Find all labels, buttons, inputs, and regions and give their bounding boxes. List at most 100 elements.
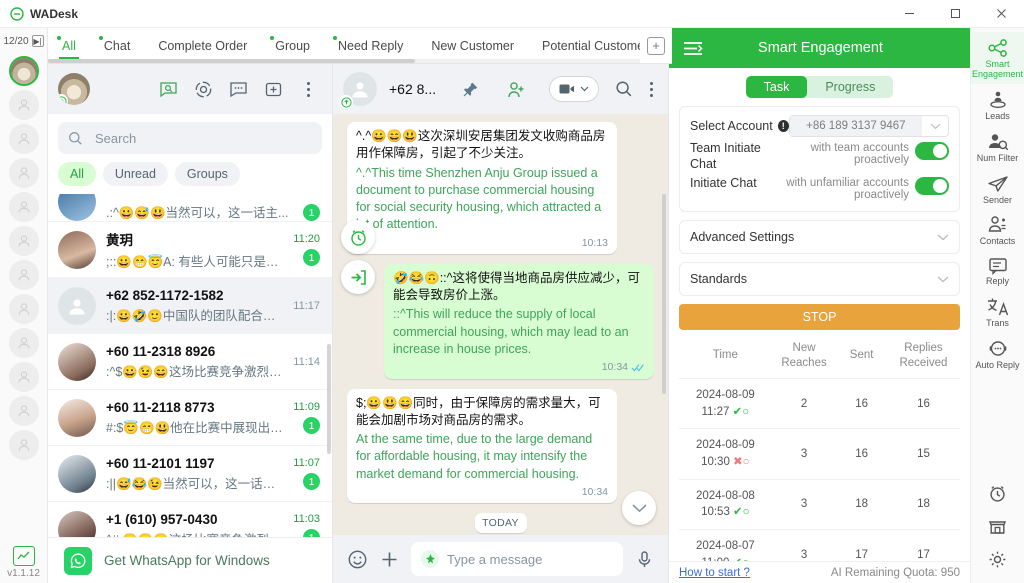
tab-group[interactable]: Group xyxy=(261,28,324,63)
get-whatsapp-banner[interactable]: Get WhatsApp for Windows xyxy=(48,537,332,583)
cell-new-reaches: 3 xyxy=(772,429,837,479)
list-item-message: .:^😀😅😃当然可以，这一话主... xyxy=(106,202,293,221)
conversation-more-icon[interactable] xyxy=(649,81,654,98)
account-select[interactable]: +86 189 3137 9467 xyxy=(789,115,949,137)
day-divider: TODAY xyxy=(475,513,527,533)
list-item[interactable]: +60 11-2318 8926 :^$😀😉😄这场比赛竞争激烈，每... 11:… xyxy=(48,334,332,390)
team-initiate-toggle[interactable] xyxy=(915,142,949,160)
status-ring-icon[interactable] xyxy=(193,79,213,99)
scan-chat-icon[interactable] xyxy=(158,79,178,99)
sidebar-item-num-filter[interactable]: Num Filter xyxy=(971,126,1024,168)
how-to-start-link[interactable]: How to start ? xyxy=(679,567,750,579)
message-input[interactable]: Type a message xyxy=(411,542,623,576)
gear-icon[interactable] xyxy=(988,550,1007,569)
sidebar-item-trans[interactable]: Trans xyxy=(971,291,1024,333)
list-item-message: :^$😀😉😄这场比赛竞争激烈，每... xyxy=(106,361,283,380)
pin-icon[interactable] xyxy=(462,81,479,98)
info-icon[interactable]: ! xyxy=(778,120,789,132)
sidebar-item-smart-engagement[interactable]: Smart Engagement xyxy=(971,32,1024,84)
rail-avatar[interactable] xyxy=(9,90,39,120)
sidebar-item-leads[interactable]: Leads xyxy=(971,84,1024,126)
list-item[interactable]: +60 11-2118 8773 #:$😇😁😃他在比赛中展现出了... 11:0… xyxy=(48,390,332,446)
filter-groups[interactable]: Groups xyxy=(175,162,240,186)
emoji-icon[interactable] xyxy=(347,549,368,570)
list-item-body: +60 11-2101 1197 :||😅😂😉当然可以，这一话主... xyxy=(106,456,283,492)
list-item[interactable]: +60 11-2101 1197 :||😅😂😉当然可以，这一话主... 11:0… xyxy=(48,446,332,502)
more-options-icon[interactable] xyxy=(298,79,318,99)
rail-avatar[interactable] xyxy=(9,226,39,256)
sidebar-item-contacts[interactable]: Contacts xyxy=(971,209,1024,251)
tab-need-reply[interactable]: Need Reply xyxy=(324,28,417,63)
add-group-icon[interactable] xyxy=(263,79,283,99)
chat-list-scrollbar[interactable] xyxy=(327,344,331,454)
close-button[interactable] xyxy=(978,0,1024,28)
table-row[interactable]: 2024-08-09 11:27 ✔○ 2 16 16 xyxy=(679,379,960,429)
cell-sent: 17 xyxy=(836,530,887,561)
filter-all[interactable]: All xyxy=(58,162,96,186)
clock-icon[interactable] xyxy=(988,484,1007,503)
message-list[interactable]: ^.^😀😄😃这次深圳安居集团发文收购商品房用作保障房，引起了不少关注。 ^.^T… xyxy=(333,114,668,535)
stop-button[interactable]: STOP xyxy=(679,304,960,330)
status-error-icon: ✖○ xyxy=(733,456,750,468)
search-input[interactable]: Search xyxy=(58,122,322,154)
tab-potential-customer[interactable]: Potential Customer xyxy=(528,28,640,63)
standards-accordion[interactable]: Standards xyxy=(679,262,960,296)
rail-avatar[interactable] xyxy=(9,124,39,154)
collapse-rail-icon[interactable]: ▶| xyxy=(32,35,44,47)
add-tab-button[interactable]: + xyxy=(640,28,672,63)
tabs-scrollbar[interactable] xyxy=(48,59,640,63)
store-icon[interactable] xyxy=(988,517,1007,536)
new-chat-icon[interactable] xyxy=(228,79,248,99)
list-item[interactable]: +62 852-1172-1582 :|:😀🤣🙂中国队的团队配合和个人... 1… xyxy=(48,278,332,334)
tab-all[interactable]: All xyxy=(48,28,90,63)
rail-avatar[interactable] xyxy=(9,294,39,324)
rail-avatar[interactable] xyxy=(9,192,39,222)
rail-avatar[interactable] xyxy=(9,158,39,188)
rail-avatar[interactable] xyxy=(9,396,39,426)
num-filter-icon xyxy=(987,132,1009,152)
attach-icon[interactable] xyxy=(380,550,399,569)
contact-avatar[interactable] xyxy=(343,72,377,106)
initiate-chat-toggle[interactable] xyxy=(915,177,949,195)
sidebar-item-reply[interactable]: Reply xyxy=(971,251,1024,291)
scroll-to-bottom-button[interactable] xyxy=(622,491,656,525)
row-date: 2024-08-07 xyxy=(696,540,755,552)
list-item[interactable]: .:^😀😅😃当然可以，这一话主... 1 xyxy=(48,194,332,222)
search-conversation-icon[interactable] xyxy=(615,80,633,98)
list-item[interactable]: +1 (610) 957-0430 ^#:😬😬😬这场比赛竞争激烈 11:03 1 xyxy=(48,502,332,537)
message-scrollbar[interactable] xyxy=(662,194,666,394)
tab-task[interactable]: Task xyxy=(746,76,808,98)
filter-unread[interactable]: Unread xyxy=(103,162,168,186)
maximize-button[interactable] xyxy=(932,0,978,28)
ai-assist-icon[interactable] xyxy=(421,550,439,568)
add-contact-icon[interactable] xyxy=(507,80,526,99)
list-item[interactable]: 黄玥 ;::😀😁😇A: 有些人可能只是表... 11:20 1 xyxy=(48,222,332,278)
quick-insert-icon[interactable] xyxy=(341,260,375,294)
tab-new-customer[interactable]: New Customer xyxy=(417,28,528,63)
rail-avatar[interactable] xyxy=(9,328,39,358)
minimize-button[interactable] xyxy=(886,0,932,28)
plus-icon: + xyxy=(647,37,665,55)
rail-avatar-active[interactable] xyxy=(9,56,39,86)
table-row[interactable]: 2024-08-08 10:53 ✔○ 3 18 18 xyxy=(679,479,960,529)
table-row[interactable]: 2024-08-09 10:30 ✖○ 3 16 15 xyxy=(679,429,960,479)
profile-avatar[interactable] xyxy=(58,73,90,105)
advanced-settings-accordion[interactable]: Advanced Settings xyxy=(679,220,960,254)
sidebar-item-sender[interactable]: Sender xyxy=(971,168,1024,210)
avatar xyxy=(58,287,96,325)
tab-chat[interactable]: Chat xyxy=(90,28,144,63)
cell-time: 2024-08-07 11:00 ✔○ xyxy=(679,530,772,561)
tab-complete-order[interactable]: Complete Order xyxy=(144,28,261,63)
schedule-message-icon[interactable] xyxy=(341,220,375,254)
rail-avatar[interactable] xyxy=(9,260,39,290)
rail-avatar[interactable] xyxy=(9,362,39,392)
video-call-button[interactable] xyxy=(549,76,599,102)
microphone-icon[interactable] xyxy=(635,550,654,569)
analytics-icon[interactable] xyxy=(13,546,35,566)
sidebar-item-auto-reply[interactable]: Auto Reply xyxy=(971,333,1024,375)
tab-progress[interactable]: Progress xyxy=(807,76,893,98)
rail-avatar[interactable] xyxy=(9,430,39,460)
advanced-settings-label: Advanced Settings xyxy=(690,230,794,244)
message-bubble-outgoing: 🤣😂🙃::^这将使得当地商品房供应减少，可能会导致房价上涨。 ::^This w… xyxy=(384,264,654,379)
table-row[interactable]: 2024-08-07 11:00 ✔○ 3 17 17 xyxy=(679,530,960,561)
